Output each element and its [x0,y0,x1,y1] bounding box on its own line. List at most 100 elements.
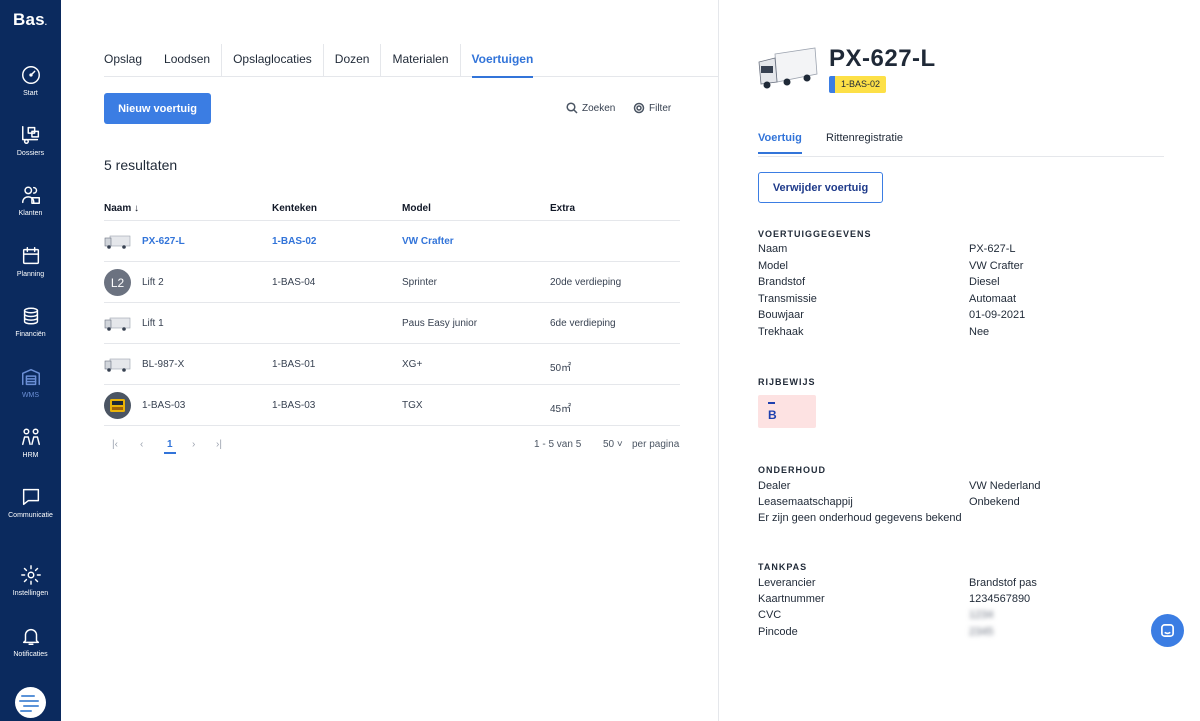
cell-extra: 45㎡ [550,404,572,415]
table-header: Naam ↓ Kenteken Model Extra [104,198,680,221]
sort-arrow-icon: ↓ [131,203,140,214]
cell-kenteken: 1-BAS-02 [272,236,317,247]
table-row[interactable]: Lift 1 Paus Easy junior 6de verdieping [104,303,680,344]
field-value: Diesel [969,276,1000,288]
sidebar-item-start[interactable]: Start [0,64,61,114]
delete-vehicle-button[interactable]: Verwijder voertuig [758,172,883,203]
field-label: Kaartnummer [758,593,825,605]
column-header-model[interactable]: Model [402,203,431,214]
license-category-badge: B [758,395,816,428]
prev-page-icon[interactable]: ‹ [140,439,143,450]
field-value: VW Nederland [969,480,1041,492]
sidebar-item-label: Planning [16,271,45,278]
dashboard-gauge-icon [21,66,40,84]
sidebar-item-communicatie[interactable]: Communicatie [0,486,61,536]
truck-image [758,47,818,89]
sidebar-item-dossiers[interactable]: Dossiers [0,124,61,174]
field-value: Nee [969,326,990,338]
tab-rittenregistratie[interactable]: Rittenregistratie [826,132,903,144]
filter-label: Filter [649,102,672,114]
field-label: Naam [758,243,788,255]
section-heading-tankpas: TANKPAS [758,562,808,572]
cell-kenteken: 1-BAS-04 [272,277,316,288]
table-row[interactable]: 1-BAS-03 1-BAS-03 TGX 45㎡ [104,385,680,426]
initials-avatar: L2 [104,269,131,296]
column-header-kenteken[interactable]: Kenteken [272,203,317,214]
new-vehicle-button[interactable]: Nieuw voertuig [104,93,211,124]
field-label: Pincode [758,626,798,638]
vehicle-table: Naam ↓ Kenteken Model Extra PX-627-L 1-B… [104,198,680,426]
cell-kenteken: 1-BAS-01 [272,359,316,370]
cell-extra: 20de verdieping [550,277,622,288]
sidebar-item-label: Notificaties [13,651,48,658]
sidebar-item-financien[interactable]: Financiën [0,305,61,355]
search-label: Zoeken [582,102,616,114]
cell-model: VW Crafter [402,236,454,247]
section-heading-rijbewijs: RIJBEWIJS [758,377,816,387]
sidebar-item-hrm[interactable]: HRM [0,426,61,476]
tab-dozen[interactable]: Dozen [324,44,382,77]
plate-badge: 1-BAS-02 [829,76,887,93]
cell-model: XG+ [402,359,423,370]
calendar-icon [22,247,39,265]
sidebar-item-label: Instellingen [12,590,49,597]
section-heading-voertuiggegevens: VOERTUIGGEGEVENS [758,229,872,239]
user-avatar[interactable] [15,687,46,718]
next-page-icon[interactable]: › [192,439,195,450]
app-logo[interactable]: Bas. [13,10,47,30]
sidebar-item-klanten[interactable]: Klanten [0,184,61,234]
pagination: |‹ ‹ 1 › ›| 1 - 5 van 5 50 ˅ per pagina [104,436,680,456]
maintenance-note: Er zijn geen onderhoud gegevens bekend [758,512,962,524]
pincode-value: 2345 [969,626,994,638]
results-count: 5 resultaten [104,157,178,173]
cell-extra: 50㎡ [550,363,572,374]
chat-icon [1161,624,1174,637]
tab-materialen[interactable]: Materialen [381,44,461,77]
sidebar: Bas. Start Dossiers Klanten Planning Fin… [0,0,61,721]
support-chat-button[interactable] [1151,614,1184,647]
cell-model: Sprinter [402,277,438,288]
sidebar-item-wms[interactable]: WMS [0,366,61,416]
sidebar-item-label: Start [23,90,38,97]
bell-icon [22,628,39,645]
table-row[interactable]: BL-987-X 1-BAS-01 XG+ 50㎡ [104,344,680,385]
cell-kenteken: 1-BAS-03 [272,400,316,411]
truck-icon [104,235,131,249]
cell-naam: Lift 2 [142,277,164,288]
page-current[interactable]: 1 [164,439,175,454]
truck-front-icon [104,392,131,419]
column-header-naam[interactable]: Naam ↓ [104,203,139,214]
sidebar-item-label: WMS [21,392,40,399]
tab-opslaglocaties[interactable]: Opslaglocaties [222,44,324,77]
table-row[interactable]: L2 Lift 2 1-BAS-04 Sprinter 20de verdiep… [104,262,680,303]
field-label: Brandstof [758,276,806,288]
column-header-extra[interactable]: Extra [550,203,575,214]
wms-tabs: Opslag Loodsen Opslaglocaties Dozen Mate… [104,44,718,78]
field-label: Trekhaak [758,326,804,338]
chat-bubble-icon [22,488,39,506]
field-value: Brandstof pas [969,577,1037,589]
table-row[interactable]: PX-627-L 1-BAS-02 VW Crafter [104,221,680,262]
first-page-icon[interactable]: |‹ [112,439,118,450]
field-value: Onbekend [969,496,1020,508]
field-value: Automaat [969,293,1017,305]
tab-voertuigen[interactable]: Voertuigen [461,44,545,78]
per-page-select[interactable]: 50 ˅ [603,439,623,450]
chevron-down-icon: ˅ [614,439,623,450]
sidebar-item-label: Dossiers [16,150,45,157]
field-value: VW Crafter [969,260,1024,272]
field-value: PX-627-L [969,243,1016,255]
filter-button[interactable]: Filter [633,102,671,114]
last-page-icon[interactable]: ›| [216,439,222,450]
sidebar-item-label: Klanten [18,210,43,217]
sidebar-item-planning[interactable]: Planning [0,245,61,295]
tab-voertuig[interactable]: Voertuig [758,132,802,154]
tab-opslag[interactable]: Opslag [104,44,153,77]
search-button[interactable]: Zoeken [566,102,615,114]
sidebar-item-notificaties[interactable]: Notificaties [0,625,61,675]
warehouse-icon [21,368,40,386]
tab-loodsen[interactable]: Loodsen [153,44,223,77]
detail-tabs: Voertuig Rittenregistratie [758,131,1164,157]
sidebar-item-instellingen[interactable]: Instellingen [0,564,61,614]
page-range: 1 - 5 van 5 [534,439,582,450]
